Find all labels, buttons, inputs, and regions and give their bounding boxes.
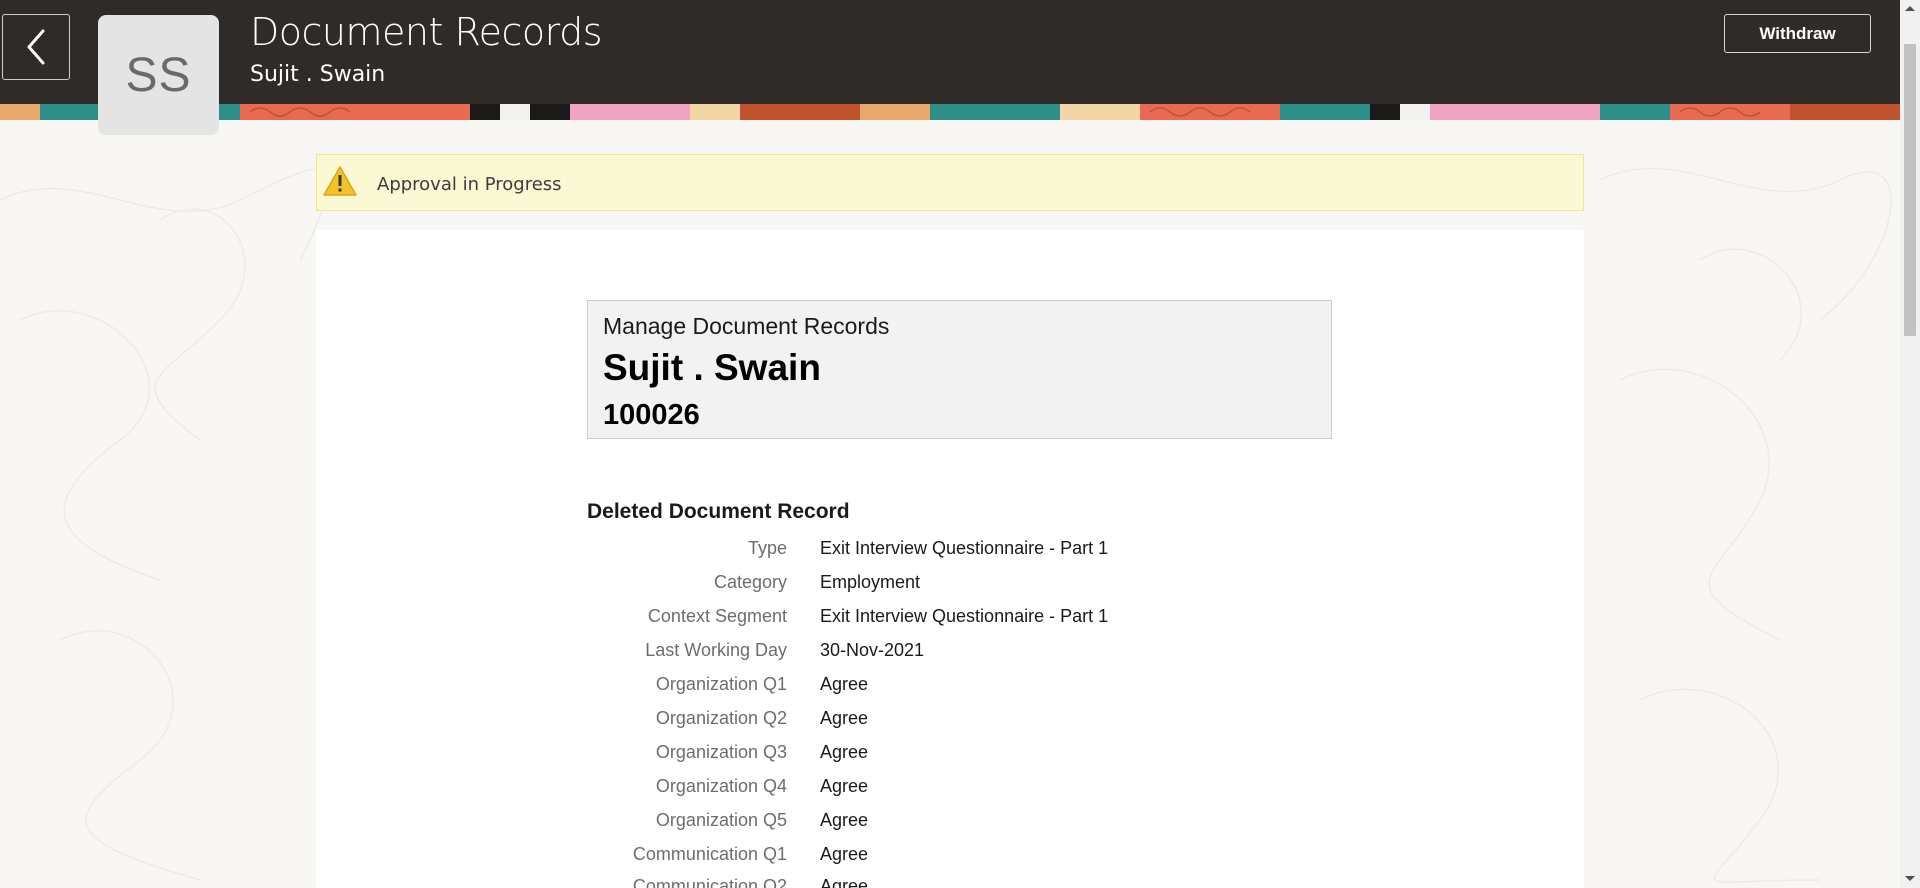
page: Document Records Sujit . Swain Withdraw [0,0,1920,888]
field-row-organization-q5: Organization Q5 Agree [587,810,1332,844]
field-label: Type [747,538,787,558]
field-value: Agree [820,776,869,796]
field-value: Agree [820,844,869,864]
field-value: Agree [820,674,869,694]
warning-icon [323,166,357,196]
field-value: Agree [820,708,869,728]
field-label: Organization Q4 [655,776,787,796]
chevron-left-icon [27,29,45,65]
field-value: Agree [820,876,869,888]
field-value: Employment [820,572,921,592]
field-value: Exit Interview Questionnaire - Part 1 [820,606,1109,626]
field-label: Category [713,572,787,592]
field-label: Organization Q1 [655,674,787,694]
page-header: Document Records Sujit . Swain Withdraw [0,0,1900,104]
field-row-organization-q3: Organization Q3 Agree [587,742,1332,776]
field-row-communication-q1: Communication Q1 Agree [587,844,1332,878]
scroll-up-icon[interactable] [1905,6,1915,11]
field-row-organization-q4: Organization Q4 Agree [587,776,1332,810]
decorative-pattern [0,104,1900,120]
field-row-organization-q1: Organization Q1 Agree [587,674,1332,708]
field-row-type: Type Exit Interview Questionnaire - Part… [587,538,1332,572]
field-value: Exit Interview Questionnaire - Part 1 [820,538,1109,558]
scroll-down-icon[interactable] [1905,876,1915,881]
record-person-number: 100026 [603,399,700,431]
field-row-organization-q2: Organization Q2 Agree [587,708,1332,742]
page-scrollbar[interactable] [1900,0,1920,888]
approval-status-banner: Approval in Progress [316,154,1584,211]
header-decorative-band [0,104,1900,120]
back-button[interactable] [2,14,70,80]
field-row-last-working-day: Last Working Day 30-Nov-2021 [587,640,1332,674]
field-value: Agree [820,742,869,762]
field-value: 30-Nov-2021 [820,640,925,660]
field-row-category: Category Employment [587,572,1332,606]
page-subtitle: Sujit . Swain [250,62,386,87]
scroll-thumb[interactable] [1904,44,1916,336]
record-heading: Manage Document Records [603,313,890,339]
field-label: Organization Q2 [655,708,787,728]
field-label: Organization Q3 [655,742,787,762]
banner-text: Approval in Progress [377,174,562,195]
field-value: Agree [820,810,869,830]
field-row-context-segment: Context Segment Exit Interview Questionn… [587,606,1332,640]
field-label: Context Segment [647,606,787,626]
field-label: Communication Q1 [632,844,787,864]
record-person-name: Sujit . Swain [603,347,821,388]
field-label: Last Working Day [645,640,787,660]
page-title: Document Records [250,10,603,54]
section-title: Deleted Document Record [587,500,850,523]
record-summary-box: Manage Document Records Sujit . Swain 10… [587,300,1332,439]
field-label: Communication Q2 [632,876,787,888]
avatar: SS [98,15,219,135]
field-label: Organization Q5 [655,810,787,830]
field-row-communication-q2: Communication Q2 Agree [587,876,1332,888]
withdraw-button[interactable]: Withdraw [1724,14,1871,53]
